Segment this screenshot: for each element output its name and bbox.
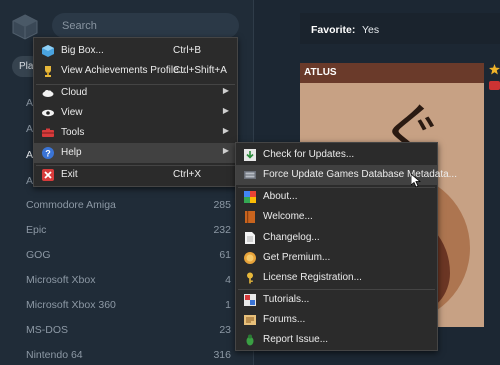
menu-item-label: About... xyxy=(263,191,298,202)
platform-filter-label: Pla xyxy=(19,61,34,72)
info-icon xyxy=(244,191,256,203)
sidebar-item-count: 61 xyxy=(219,249,231,261)
menu-item-big-box[interactable]: Big Box... Ctrl+B xyxy=(34,41,237,61)
menu-item-label: Big Box... xyxy=(61,45,104,56)
sidebar-item-label: MS-DOS xyxy=(26,324,68,336)
menu-item-about[interactable]: About... xyxy=(236,187,437,207)
menu-item-changelog[interactable]: Changelog... xyxy=(236,228,437,248)
search-input[interactable]: Search xyxy=(52,13,239,38)
sidebar-item-label: Epic xyxy=(26,224,47,236)
cover-brand-logo: ATLUS xyxy=(304,67,337,78)
menu-item-label: Help xyxy=(61,147,82,158)
menu-item-report-issue[interactable]: Report Issue... xyxy=(236,330,437,350)
sidebar-item-label: Microsoft Xbox 360 xyxy=(26,299,116,311)
favorite-field: Favorite: Yes xyxy=(300,13,500,44)
search-placeholder: Search xyxy=(62,20,97,32)
menu-item-welcome[interactable]: Welcome... xyxy=(236,207,437,227)
sidebar-item-ms-dos[interactable]: MS-DOS 23 xyxy=(0,320,253,340)
menu-item-shortcut: Ctrl+Shift+A xyxy=(173,65,227,76)
menu-item-view-achievements[interactable]: View Achievements Profile... Ctrl+Shift+… xyxy=(34,61,237,81)
eye-icon xyxy=(42,109,54,117)
sidebar-item-commodore-amiga[interactable]: Commodore Amiga 285 xyxy=(0,195,253,215)
book-icon xyxy=(245,211,255,223)
menu-item-cloud[interactable]: Cloud ▶ xyxy=(34,83,237,103)
menu-item-force-update-metadata[interactable]: Force Update Games Database Metadata... xyxy=(236,165,457,185)
menu-item-label: Check for Updates... xyxy=(263,149,355,160)
sidebar-item-count: 1 xyxy=(225,299,231,311)
key-icon xyxy=(247,272,253,284)
sidebar-item-count: 23 xyxy=(219,324,231,336)
sidebar-item-count: 285 xyxy=(213,199,231,211)
tools-icon xyxy=(42,128,54,137)
menu-item-label: Forums... xyxy=(263,314,306,325)
menu-item-view[interactable]: View ▶ xyxy=(34,103,237,123)
menu-item-tutorials[interactable]: Tutorials... xyxy=(236,290,437,310)
menu-item-label: View Achievements Profile... xyxy=(61,65,187,76)
main-menu: Big Box... Ctrl+B View Achievements Prof… xyxy=(33,37,238,187)
exit-icon xyxy=(42,169,54,181)
menu-item-label: Cloud xyxy=(61,87,88,98)
svg-text:?: ? xyxy=(45,148,51,158)
menu-item-shortcut: Ctrl+X xyxy=(173,169,202,180)
menu-item-label: Exit xyxy=(61,169,78,180)
favorite-label: Favorite: xyxy=(311,24,356,36)
sidebar-item-label: Microsoft Xbox xyxy=(26,274,96,286)
tutorial-icon xyxy=(244,294,256,306)
premium-icon xyxy=(244,252,256,264)
help-icon: ? xyxy=(42,147,54,159)
menu-item-label: Get Premium... xyxy=(263,252,331,263)
menu-item-shortcut: Ctrl+B xyxy=(173,45,202,56)
menu-item-label: Tutorials... xyxy=(263,294,310,305)
menu-item-label: View xyxy=(61,107,83,118)
sidebar-item-microsoft-xbox-360[interactable]: Microsoft Xbox 360 1 xyxy=(0,295,253,315)
menu-item-label: Force Update Games Database Metadata... xyxy=(263,169,457,180)
menu-item-label: Tools xyxy=(61,127,85,138)
menu-item-get-premium[interactable]: Get Premium... xyxy=(236,248,437,268)
database-icon xyxy=(244,171,256,179)
menu-item-label: License Registration... xyxy=(263,272,362,283)
sidebar-item-count: 232 xyxy=(213,224,231,236)
favorite-value: Yes xyxy=(362,24,380,36)
bigbox-icon xyxy=(42,45,54,57)
bug-icon xyxy=(246,334,254,346)
submenu-arrow-icon: ▶ xyxy=(222,86,229,95)
sidebar-item-count: 316 xyxy=(213,349,231,361)
submenu-arrow-icon: ▶ xyxy=(222,126,229,135)
menu-item-label: Welcome... xyxy=(263,211,313,222)
forum-icon xyxy=(244,315,256,325)
download-icon xyxy=(244,149,256,161)
sidebar-item-count: 4 xyxy=(225,274,231,286)
sidebar-item-label: Commodore Amiga xyxy=(26,199,116,211)
menu-item-forums[interactable]: Forums... xyxy=(236,310,437,330)
sidebar-item-label: Nintendo 64 xyxy=(26,349,83,361)
submenu-arrow-icon: ▶ xyxy=(222,106,229,115)
cloud-icon xyxy=(42,90,54,97)
sidebar-item-label: GOG xyxy=(26,249,51,261)
rating-badge-icon xyxy=(489,81,500,90)
help-submenu: Check for Updates... Force Update Games … xyxy=(235,142,457,351)
sidebar-item-gog[interactable]: GOG 61 xyxy=(0,245,253,265)
sidebar-item-microsoft-xbox[interactable]: Microsoft Xbox 4 xyxy=(0,270,253,290)
menu-item-license-registration[interactable]: License Registration... xyxy=(236,268,437,288)
menu-item-check-for-updates[interactable]: Check for Updates... xyxy=(236,145,437,165)
submenu-arrow-icon: ▶ xyxy=(222,146,229,155)
mouse-cursor-icon xyxy=(411,174,421,188)
sidebar-item-epic[interactable]: Epic 232 xyxy=(0,220,253,240)
star-badge-icon xyxy=(489,64,500,75)
menu-item-label: Report Issue... xyxy=(263,334,329,345)
menu-item-exit[interactable]: Exit Ctrl+X xyxy=(34,165,237,185)
trophy-icon xyxy=(45,66,51,77)
document-icon xyxy=(245,232,255,244)
sidebar-item-nintendo-64[interactable]: Nintendo 64 316 xyxy=(0,345,253,365)
menu-item-tools[interactable]: Tools ▶ xyxy=(34,123,237,143)
menu-item-label: Changelog... xyxy=(263,232,320,243)
menu-item-help[interactable]: ? Help ▶ xyxy=(34,143,237,163)
